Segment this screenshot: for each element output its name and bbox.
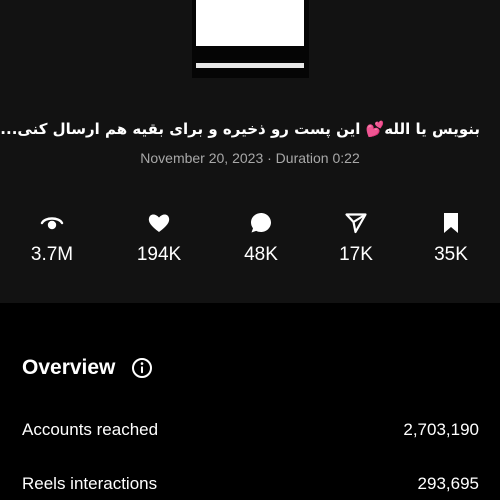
heart-icon [148, 214, 170, 232]
metric-saves: 35K [411, 210, 491, 267]
metric-likes-value: 194K [136, 244, 182, 265]
post-meta: November 20, 2023 · Duration 0:22 [140, 150, 360, 166]
stat-row-reels-interactions: Reels interactions 293,695 [22, 472, 479, 496]
reel-thumbnail[interactable] [192, 0, 309, 78]
reel-insights-screen: بنویس یا الله💕 این پست رو ذخیره و برای ب… [0, 0, 500, 500]
stat-row-accounts-reached: Accounts reached 2,703,190 [22, 418, 479, 442]
comment-icon [251, 213, 271, 233]
stat-value: 293,695 [417, 474, 479, 493]
stat-label: Accounts reached [22, 420, 159, 439]
metric-shares: 17K [316, 210, 396, 267]
info-icon[interactable] [131, 357, 153, 379]
metric-saves-value: 35K [434, 244, 468, 265]
overview-title: Overview [22, 356, 116, 379]
metrics-row: 3.7M 194K 48K 17K 35K [0, 210, 500, 280]
metric-views-value: 3.7M [30, 244, 74, 265]
thumbnail-image [196, 0, 304, 46]
metric-likes: 194K [119, 210, 199, 267]
metric-shares-value: 17K [339, 244, 373, 265]
views-icon [40, 217, 64, 230]
stat-value: 2,703,190 [403, 420, 479, 439]
post-caption: بنویس یا الله💕 این پست رو ذخیره و برای ب… [0, 120, 480, 138]
metric-views: 3.7M [12, 210, 92, 267]
post-summary-panel: بنویس یا الله💕 این پست رو ذخیره و برای ب… [0, 0, 500, 303]
metric-comments: 48K [221, 210, 301, 267]
metric-comments-value: 48K [244, 244, 278, 265]
share-icon [345, 213, 367, 234]
bookmark-icon [444, 213, 458, 233]
stat-label: Reels interactions [22, 474, 158, 493]
thumbnail-bar [196, 63, 304, 68]
